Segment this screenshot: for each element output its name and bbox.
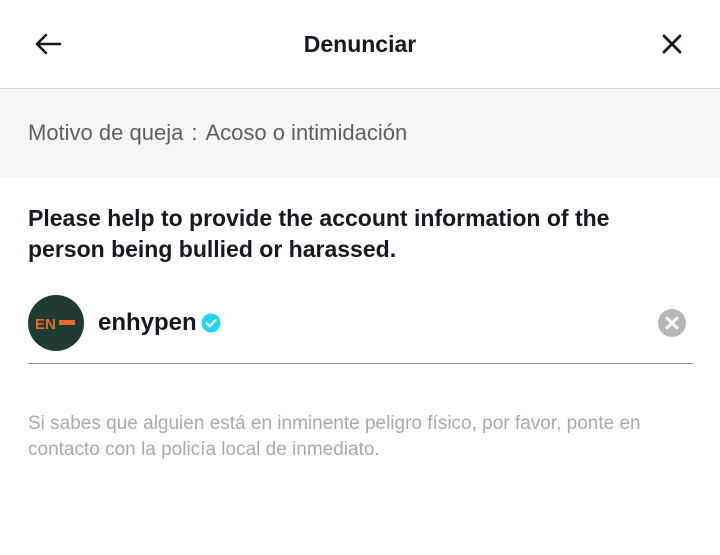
reason-label: Motivo de queja — [28, 120, 184, 145]
header-bar: Denunciar — [0, 0, 720, 89]
complaint-reason: Motivo de queja: Acoso o intimidación — [28, 89, 407, 177]
clear-circle-icon — [658, 309, 686, 337]
account-info-prompt: Please help to provide the account infor… — [28, 205, 610, 262]
avatar-logo-text: EN — [35, 316, 56, 333]
clear-account-button[interactable] — [656, 307, 688, 339]
arrow-left-icon — [35, 33, 62, 55]
safety-disclaimer: Si sabes que alguien está en inminente p… — [28, 413, 641, 460]
close-button[interactable] — [652, 24, 692, 64]
back-button[interactable] — [28, 24, 68, 64]
verified-badge-icon — [201, 313, 221, 333]
page-title: Denunciar — [303, 31, 417, 57]
reason-value: Acoso o intimidación — [205, 120, 408, 145]
avatar: EN — [28, 295, 84, 351]
close-icon — [662, 34, 682, 54]
enhypen-logo: EN — [35, 316, 75, 333]
complaint-reason-band: Motivo de queja: Acoso o intimidación — [0, 89, 720, 177]
selected-account-row[interactable]: EN enhypen — [28, 294, 693, 364]
username-group: enhypen — [98, 306, 221, 340]
reason-separator: : — [191, 120, 198, 145]
report-screen: Denunciar Motivo de queja: Acoso o intimi… — [0, 0, 720, 555]
username: enhypen — [98, 309, 197, 336]
